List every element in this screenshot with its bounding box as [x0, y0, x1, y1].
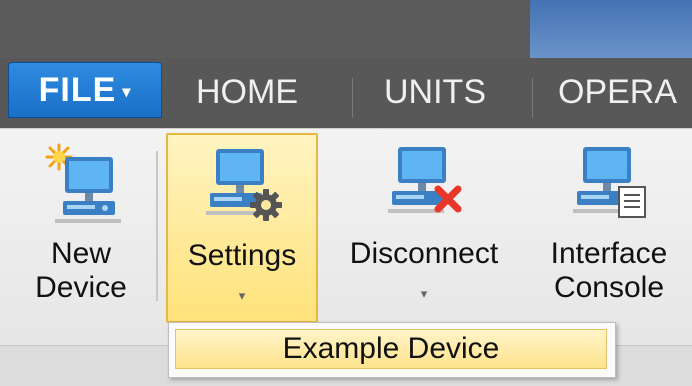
computer-with-red-x-icon [382, 143, 466, 229]
disconnect-button[interactable]: Disconnect ▾ [326, 133, 522, 323]
ribbon-group-divider [156, 151, 158, 301]
ribbon-panel: New Device Settings ▾ Disconnect ▾ Inter… [0, 128, 692, 346]
new-device-button[interactable]: New Device [10, 133, 152, 323]
new-device-label-line1: New [50, 237, 111, 270]
dropdown-item-example-device[interactable]: Example Device [175, 329, 607, 369]
new-device-label-line2: Device [35, 271, 127, 304]
interface-console-button[interactable]: Interface Console [530, 133, 688, 323]
computer-with-gear-icon [200, 145, 284, 231]
tab-divider [352, 78, 353, 118]
settings-dropdown-menu: Example Device [168, 322, 616, 378]
settings-label: Settings [187, 239, 297, 272]
title-bar [0, 0, 692, 58]
computer-with-spark-icon [41, 143, 121, 229]
title-bar-accent [530, 0, 692, 58]
computer-with-document-icon [567, 143, 651, 229]
chevron-down-icon[interactable]: ▾ [239, 279, 246, 313]
chevron-down-icon[interactable]: ▾ [421, 277, 428, 311]
settings-button[interactable]: Settings ▾ [166, 133, 318, 323]
chevron-down-icon: ▾ [122, 84, 132, 101]
ribbon-tab-bar: FILE ▾ HOME UNITS OPERA [0, 58, 692, 128]
file-menu-button[interactable]: FILE ▾ [8, 62, 162, 118]
interface-console-label-line1: Interface [550, 237, 668, 270]
disconnect-label: Disconnect [349, 237, 499, 270]
tab-units[interactable]: UNITS [384, 66, 486, 118]
file-menu-label: FILE [38, 70, 117, 109]
tab-home[interactable]: HOME [196, 66, 298, 118]
tab-operations[interactable]: OPERA [558, 66, 677, 118]
interface-console-label-line2: Console [553, 271, 665, 304]
tab-divider [532, 78, 533, 118]
